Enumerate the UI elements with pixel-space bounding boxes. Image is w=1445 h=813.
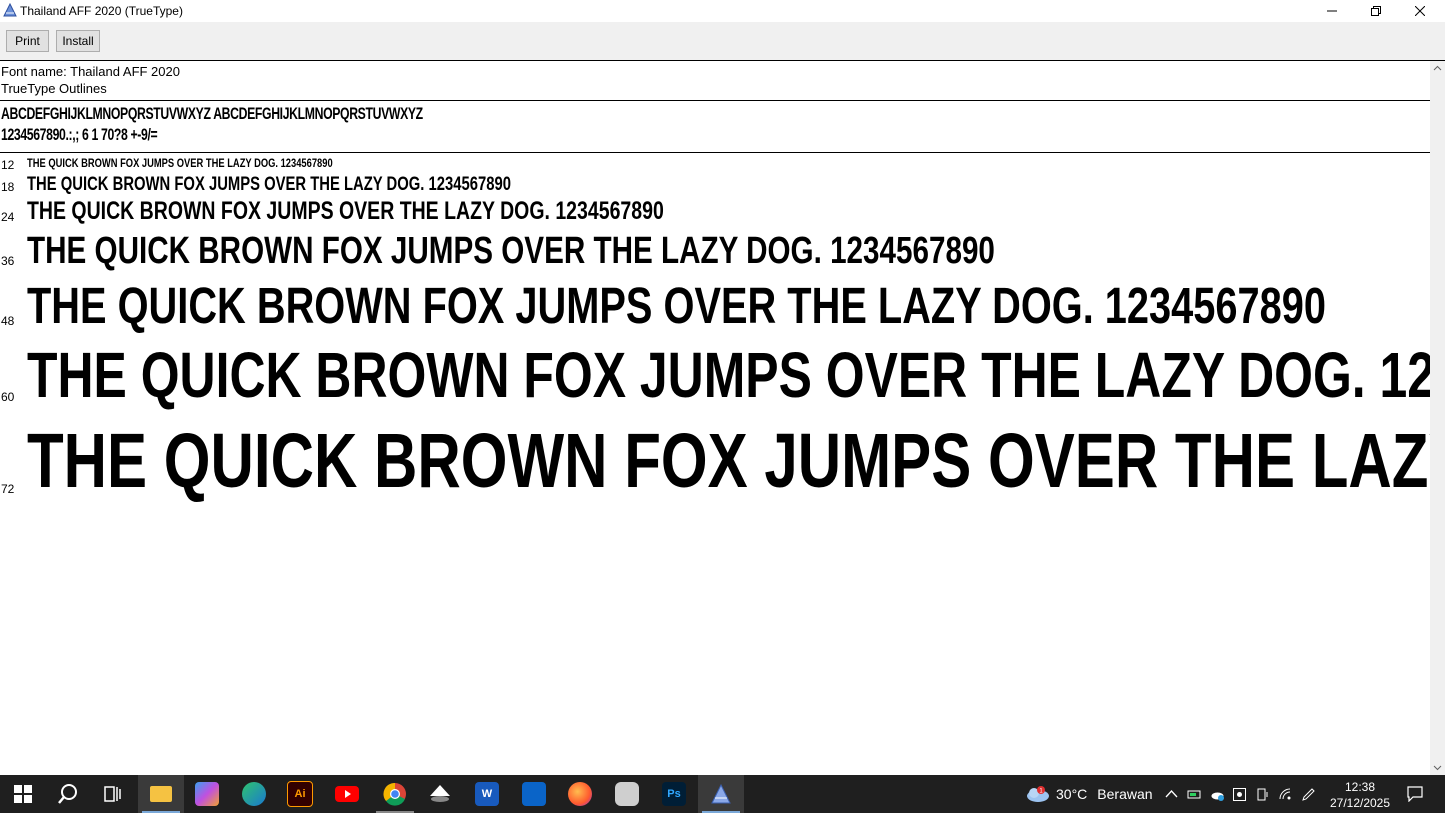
folder-icon: [150, 786, 172, 802]
taskbar-font-viewer[interactable]: [698, 775, 744, 813]
sample-text: THE QUICK BROWN FOX JUMPS OVER THE LAZY …: [27, 418, 1430, 504]
sample-size-label: 48: [1, 314, 15, 328]
minimize-icon: [1327, 10, 1337, 12]
taskbar: Ai W Ps 1 30°C Berawan 12:38 27/12/2025: [0, 775, 1445, 813]
sample-text: THE QUICK BROWN FOX JUMPS OVER THE LAZY …: [27, 174, 511, 195]
taskbar-word[interactable]: W: [464, 775, 510, 813]
font-preview-area: Font name: Thailand AFF 2020 TrueType Ou…: [0, 61, 1430, 775]
font-viewer-app-icon: [3, 3, 17, 17]
charset-letters: ABCDEFGHIJKLMNOPQRSTUVWXYZ ABCDEFGHIJKLM…: [1, 104, 423, 123]
photoshop-icon: Ps: [662, 782, 686, 806]
cloud-icon: 1: [1027, 786, 1049, 802]
sample-size-label: 60: [1, 390, 15, 404]
taskbar-youtube[interactable]: [324, 775, 370, 813]
tray-battery[interactable]: [1183, 775, 1205, 813]
taskbar-app-panda[interactable]: [604, 775, 650, 813]
weather-temperature: 30°C: [1056, 786, 1088, 802]
sample-size-label: 72: [1, 482, 15, 496]
divider: [0, 100, 1430, 101]
taskbar-photoshop[interactable]: Ps: [651, 775, 697, 813]
sample-text: THE QUICK BROWN FOX JUMPS OVER THE LAZY …: [27, 197, 664, 225]
tray-wifi[interactable]: [1274, 775, 1296, 813]
battery-icon: [1187, 790, 1200, 798]
clock-date: 27/12/2025: [1329, 796, 1391, 810]
taskbar-outlook[interactable]: [511, 775, 557, 813]
taskbar-inkscape[interactable]: [417, 775, 463, 813]
search-button[interactable]: [45, 775, 91, 813]
sample-text: THE QUICK BROWN FOX JUMPS OVER THE LAZY …: [27, 156, 333, 170]
edge-icon: [242, 782, 266, 806]
weather-widget[interactable]: 1 30°C Berawan: [1024, 775, 1153, 813]
title-bar: Thailand AFF 2020 (TrueType): [0, 0, 1445, 22]
divider: [0, 152, 1430, 153]
windows-icon: [14, 785, 32, 803]
charset-digits: 1234567890.:,; 6 1 70?8 +-9/=: [1, 125, 158, 144]
task-view-icon: [104, 786, 121, 802]
sample-size-label: 12: [1, 158, 15, 172]
sample-size-label: 18: [1, 180, 15, 194]
outlook-icon: [522, 782, 546, 806]
sample-size-label: 24: [1, 210, 15, 224]
taskbar-chrome[interactable]: [372, 775, 418, 813]
notification-center-button[interactable]: [1402, 775, 1428, 813]
close-button[interactable]: [1398, 0, 1442, 22]
tray-pen[interactable]: [1297, 775, 1319, 813]
search-icon: [58, 784, 77, 804]
taskbar-file-explorer[interactable]: [138, 775, 184, 813]
tray-app[interactable]: [1228, 775, 1250, 813]
cloud-sync-icon: [1211, 792, 1224, 801]
sample-text: THE QUICK BROWN FOX JUMPS OVER THE LAZY …: [27, 230, 995, 272]
scroll-down-arrow-icon[interactable]: [1433, 763, 1442, 772]
font-type-line: TrueType Outlines: [1, 81, 107, 96]
inkscape-icon: [430, 785, 450, 802]
minimize-button[interactable]: [1310, 0, 1354, 22]
notification-icon: [1407, 786, 1423, 802]
sample-text: THE QUICK BROWN FOX JUMPS OVER THE LAZY …: [27, 277, 1327, 334]
task-view-button[interactable]: [90, 775, 136, 813]
font-name-line: Font name: Thailand AFF 2020: [1, 64, 180, 79]
taskbar-firefox[interactable]: [557, 775, 603, 813]
youtube-icon: [335, 786, 359, 802]
pen-icon: [1301, 787, 1315, 801]
taskbar-illustrator[interactable]: Ai: [277, 775, 323, 813]
wifi-icon: [1279, 788, 1290, 799]
taskbar-copilot[interactable]: [184, 775, 230, 813]
tray-device[interactable]: [1251, 775, 1273, 813]
panda-app-icon: [615, 782, 639, 806]
show-hidden-icons-button[interactable]: [1160, 775, 1182, 813]
print-button[interactable]: Print: [6, 30, 49, 52]
vertical-scrollbar[interactable]: [1430, 61, 1445, 775]
chevron-up-icon: [1165, 789, 1177, 797]
system-clock[interactable]: 12:38 27/12/2025: [1325, 779, 1395, 811]
scroll-up-arrow-icon[interactable]: [1433, 64, 1442, 73]
install-button[interactable]: Install: [56, 30, 100, 52]
chrome-icon: [383, 782, 406, 806]
start-button[interactable]: [0, 775, 46, 813]
copilot-icon: [195, 782, 219, 806]
restore-button[interactable]: [1354, 0, 1398, 22]
app-tray-icon: [1232, 787, 1246, 801]
illustrator-icon: Ai: [287, 781, 313, 807]
close-icon: [1415, 6, 1425, 16]
word-icon: W: [475, 782, 499, 806]
font-viewer-icon: [711, 783, 731, 804]
weather-condition: Berawan: [1097, 786, 1153, 802]
clock-time: 12:38: [1344, 780, 1376, 794]
taskbar-edge[interactable]: [231, 775, 277, 813]
firefox-icon: [568, 782, 592, 806]
sample-text: THE QUICK BROWN FOX JUMPS OVER THE LAZY …: [27, 339, 1430, 411]
toolbar: Print Install: [0, 22, 1445, 61]
window-title: Thailand AFF 2020 (TrueType): [20, 4, 183, 18]
tray-onedrive[interactable]: [1206, 775, 1228, 813]
device-icon: [1257, 788, 1267, 800]
restore-icon: [1371, 6, 1381, 16]
sample-size-label: 36: [1, 254, 15, 268]
